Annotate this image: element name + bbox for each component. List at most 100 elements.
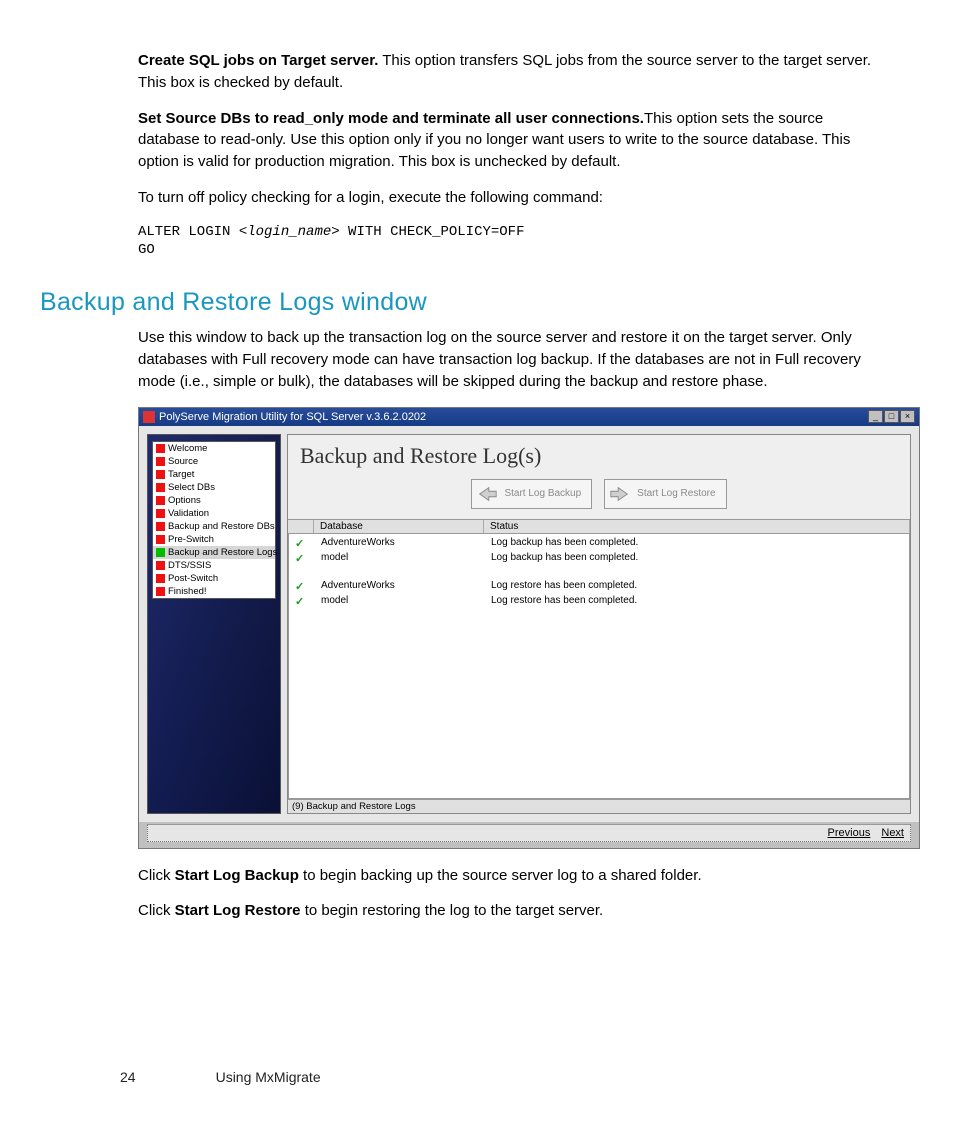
bold-label: Create SQL jobs on Target server. [138,52,378,69]
nav-item-backup-restore-dbs[interactable]: Backup and Restore DBs [153,520,275,533]
maximize-button[interactable]: □ [884,410,899,423]
main-panel: Backup and Restore Log(s) Start Log Back… [287,434,911,814]
titlebar: PolyServe Migration Utility for SQL Serv… [139,408,919,426]
paragraph-set-source-dbs: Set Source DBs to read_only mode and ter… [138,108,884,173]
window-controls: _ □ × [868,410,915,423]
code-text: GO [138,242,155,258]
table-row: ✓modelLog backup has been completed. [289,551,909,566]
button-row: Start Log Backup Start Log Restore [288,473,910,519]
col-database: Database [314,520,484,533]
check-icon: ✓ [289,536,315,551]
check-icon: ✓ [289,579,315,594]
nav-label: Backup and Restore Logs [168,547,277,558]
square-icon [156,535,165,544]
text: to begin restoring the log to the target… [301,902,604,919]
cell-db: model [315,551,485,566]
cell-db [315,566,485,579]
paragraph-create-sql-jobs: Create SQL jobs on Target server. This o… [138,50,884,94]
table-row: ✓modelLog restore has been completed. [289,594,909,609]
button-label: Start Log Backup [504,488,581,499]
panel-title: Backup and Restore Log(s) [288,435,910,473]
text: to begin backing up the source server lo… [299,867,702,884]
nav-item-pre-switch[interactable]: Pre-Switch [153,533,275,546]
bold-label: Set Source DBs to read_only mode and ter… [138,110,644,127]
nav-item-dts-ssis[interactable]: DTS/SSIS [153,559,275,572]
code-block: ALTER LOGIN <login_name> WITH CHECK_POLI… [138,223,884,261]
cell-db: model [315,594,485,609]
cell-status: Log restore has been completed. [485,594,909,609]
table-row [289,566,909,579]
text: Click [138,902,175,919]
start-log-restore-button[interactable]: Start Log Restore [604,479,726,509]
square-icon [156,470,165,479]
nav-label: Select DBs [168,482,215,493]
check-icon: ✓ [289,551,315,566]
arrow-right-icon [609,484,631,504]
code-placeholder: <login_name> [239,224,340,240]
square-icon [156,587,165,596]
button-label: Start Log Restore [637,488,715,499]
square-icon [156,561,165,570]
section-heading: Backup and Restore Logs window [40,288,894,317]
app-icon [143,411,155,423]
square-icon [156,483,165,492]
client-area: Welcome Source Target Select DBs Options… [139,426,919,822]
close-button[interactable]: × [900,410,915,423]
nav-label: Finished! [168,586,207,597]
wizard-nav: Previous Next [147,824,911,842]
square-icon [156,457,165,466]
code-text: ALTER LOGIN [138,224,239,240]
nav-item-finished[interactable]: Finished! [153,585,275,598]
button-label: Next [881,827,904,839]
window-title: PolyServe Migration Utility for SQL Serv… [159,411,426,423]
col-status: Status [484,520,910,533]
code-text: WITH CHECK_POLICY=OFF [340,224,525,240]
nav-list: Welcome Source Target Select DBs Options… [152,441,276,599]
paragraph-window-desc: Use this window to back up the transacti… [138,327,884,392]
nav-label: Target [168,469,194,480]
square-icon [156,509,165,518]
minimize-button[interactable]: _ [868,410,883,423]
cell-status: Log restore has been completed. [485,579,909,594]
nav-item-options[interactable]: Options [153,494,275,507]
nav-item-select-dbs[interactable]: Select DBs [153,481,275,494]
arrow-left-icon [476,484,498,504]
nav-label: Validation [168,508,209,519]
app-window: PolyServe Migration Utility for SQL Serv… [138,407,920,849]
cell-status: Log backup has been completed. [485,551,909,566]
cell-status: Log backup has been completed. [485,536,909,551]
nav-label: Options [168,495,201,506]
footer-section: Using MxMigrate [216,1069,321,1085]
bold-label: Start Log Backup [175,867,299,884]
square-icon [156,548,165,557]
previous-button[interactable]: Previous [828,827,871,839]
nav-item-post-switch[interactable]: Post-Switch [153,572,275,585]
table-body: ✓AdventureWorksLog backup has been compl… [288,534,910,799]
nav-item-source[interactable]: Source [153,455,275,468]
nav-label: Backup and Restore DBs [168,521,275,532]
cell-db: AdventureWorks [315,579,485,594]
nav-item-backup-restore-logs[interactable]: Backup and Restore Logs [153,546,275,559]
next-button[interactable]: Next [881,827,904,839]
cell-empty [289,566,315,579]
page-number: 24 [120,1069,136,1085]
cell-db: AdventureWorks [315,536,485,551]
status-bar: (9) Backup and Restore Logs [288,799,910,813]
text: Click [138,867,175,884]
page-footer: 24 Using MxMigrate [120,1069,321,1085]
nav-label: DTS/SSIS [168,560,211,571]
nav-label: Source [168,456,198,467]
paragraph-click-backup: Click Start Log Backup to begin backing … [138,865,884,887]
start-log-backup-button[interactable]: Start Log Backup [471,479,592,509]
sidebar: Welcome Source Target Select DBs Options… [147,434,281,814]
square-icon [156,496,165,505]
paragraph-policy-check: To turn off policy checking for a login,… [138,187,884,209]
table-header: Database Status [288,519,910,534]
nav-item-validation[interactable]: Validation [153,507,275,520]
nav-item-target[interactable]: Target [153,468,275,481]
table-row: ✓AdventureWorksLog backup has been compl… [289,536,909,551]
bold-label: Start Log Restore [175,902,301,919]
square-icon [156,574,165,583]
nav-item-welcome[interactable]: Welcome [153,442,275,455]
nav-label: Post-Switch [168,573,218,584]
